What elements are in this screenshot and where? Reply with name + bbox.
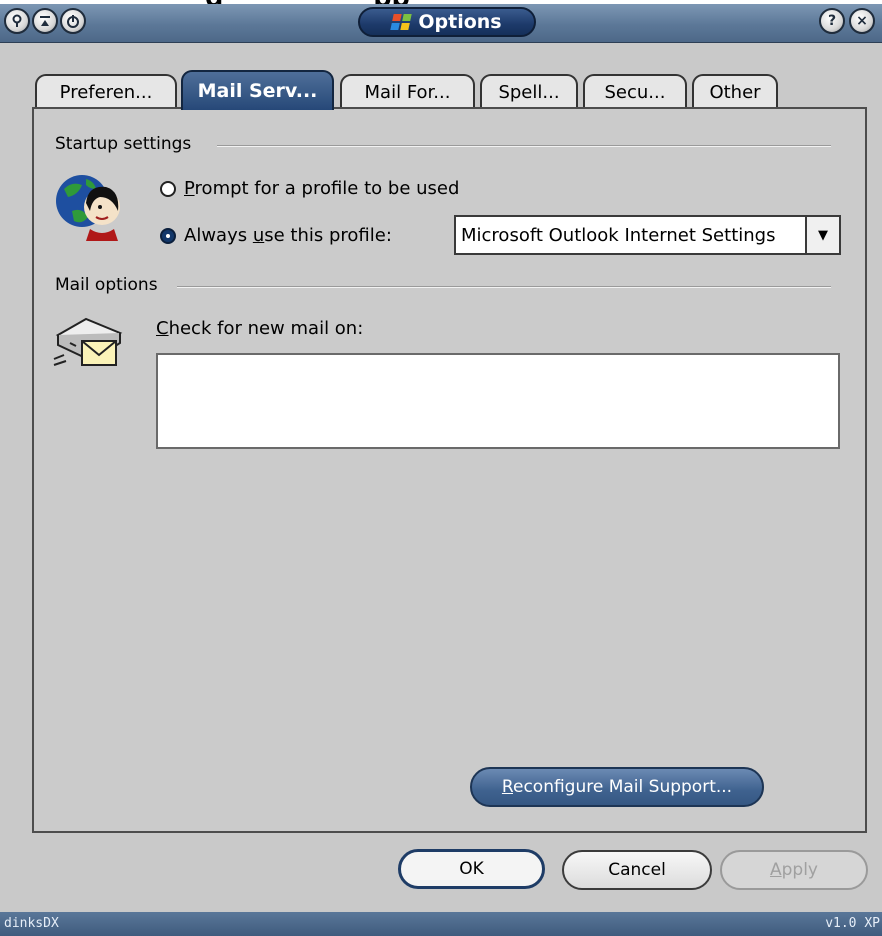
shade-icon[interactable] — [32, 8, 58, 34]
tab-other[interactable]: Other — [692, 74, 778, 108]
radio-circle-checked — [160, 227, 176, 244]
prompt-profile-label: Prompt for a profile to be used — [184, 178, 460, 199]
close-glyph: × — [856, 13, 868, 29]
profile-select-value: Microsoft Outlook Internet Settings — [461, 225, 776, 246]
reconfigure-label: Reconfigure Mail Support... — [501, 777, 733, 797]
prompt-profile-radio[interactable]: Prompt for a profile to be used — [160, 178, 459, 199]
menu-icon[interactable] — [4, 8, 30, 34]
always-use-profile-label: Always use this profile: — [184, 225, 392, 246]
tab-label: Preferen... — [59, 81, 153, 103]
title-bar: Options ? × — [0, 4, 882, 43]
tab-mail-format[interactable]: Mail For... — [340, 74, 475, 108]
tab-label: Mail For... — [364, 81, 451, 103]
apply-button[interactable]: Apply — [720, 850, 868, 890]
dropdown-arrow-icon[interactable]: ▼ — [805, 217, 839, 253]
cancel-button[interactable]: Cancel — [562, 850, 712, 890]
window-title: Options — [358, 7, 536, 37]
radio-circle — [160, 180, 176, 197]
startup-settings-label: Startup settings — [55, 134, 192, 154]
rollup-icon[interactable] — [60, 8, 86, 34]
check-new-mail-label: Check for new mail on: — [156, 318, 364, 339]
mail-inbox-icon — [52, 311, 128, 376]
tab-preferences[interactable]: Preferen... — [35, 74, 177, 108]
tab-label: Other — [709, 81, 761, 103]
always-use-profile-radio[interactable]: Always use this profile: — [160, 225, 392, 246]
tab-label: Spell... — [498, 81, 560, 103]
options-dialog: Options ? × Preferen... Mail Serv... Mai… — [0, 4, 882, 936]
tab-security[interactable]: Secu... — [583, 74, 687, 108]
status-bar: dinksDX v1.0 XP — [0, 912, 882, 936]
tab-spelling[interactable]: Spell... — [480, 74, 578, 108]
status-left-text: dinksDX — [4, 916, 59, 931]
close-icon[interactable]: × — [849, 8, 875, 34]
apply-label: Apply — [769, 860, 818, 880]
ok-label: OK — [459, 859, 484, 879]
windows-logo-icon — [390, 14, 413, 30]
tab-label: Mail Serv... — [197, 80, 318, 102]
cancel-label: Cancel — [608, 860, 666, 880]
help-glyph: ? — [827, 13, 837, 29]
group-divider — [177, 286, 831, 288]
window-title-text: Options — [418, 11, 502, 33]
help-icon[interactable]: ? — [819, 8, 845, 34]
mail-options-label: Mail options — [55, 275, 158, 295]
group-divider — [217, 145, 831, 147]
reconfigure-mail-support-button[interactable]: Reconfigure Mail Support... — [470, 767, 764, 807]
profile-icon — [52, 167, 130, 248]
mail-accounts-list[interactable] — [156, 353, 840, 449]
status-version-text: v1.0 XP — [825, 916, 880, 931]
tab-label: Secu... — [604, 81, 666, 103]
ok-button[interactable]: OK — [398, 849, 545, 889]
profile-select[interactable]: Microsoft Outlook Internet Settings ▼ — [454, 215, 841, 255]
tab-mail-services[interactable]: Mail Serv... — [181, 70, 334, 110]
